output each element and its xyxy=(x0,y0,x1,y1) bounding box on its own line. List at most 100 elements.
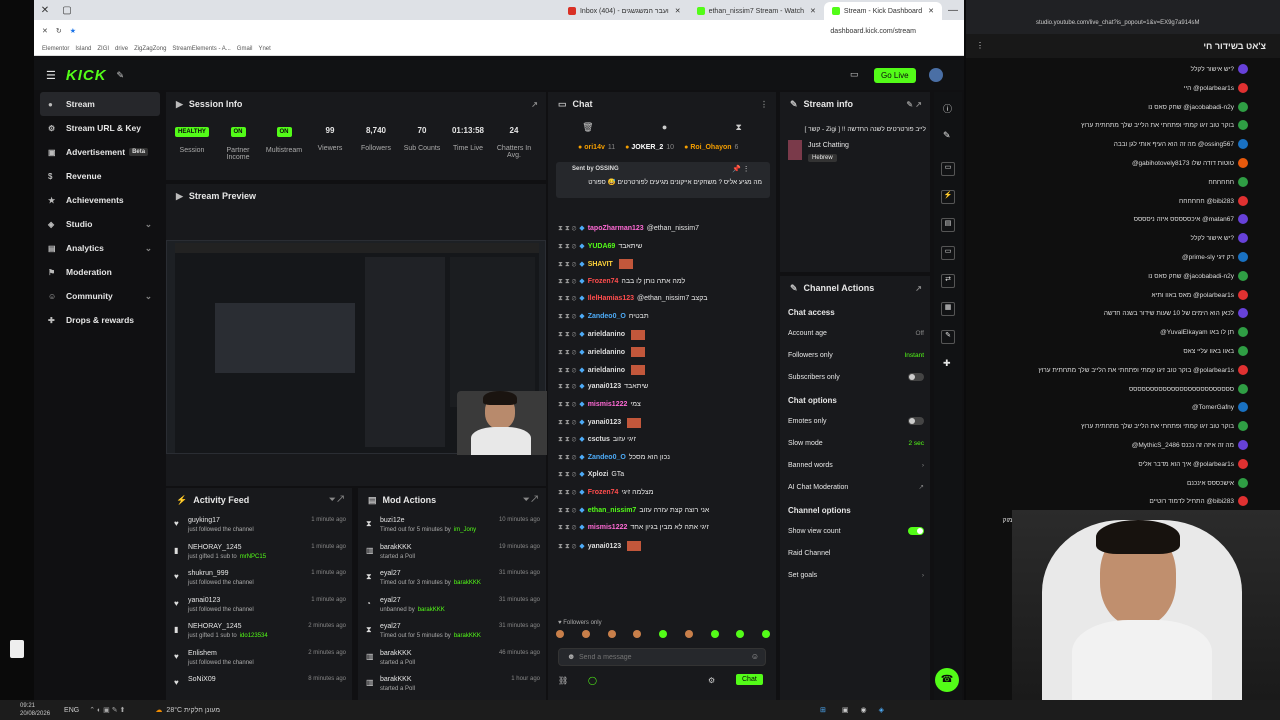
avatar[interactable] xyxy=(1238,289,1248,300)
pin-icon[interactable]: 📌 ⋮ xyxy=(732,165,750,173)
avatar[interactable] xyxy=(1238,458,1248,469)
chat-username[interactable]: yanai0123 xyxy=(588,419,621,426)
avatar[interactable] xyxy=(1238,233,1248,244)
avatar[interactable] xyxy=(1238,327,1248,338)
yt-chat-message[interactable]: מאס באוו ותיא @polarbear1s xyxy=(972,292,1234,299)
mod-action-icons[interactable]: ⧗ ⧗ ⊘ xyxy=(558,225,576,232)
kick-logo[interactable]: KICK xyxy=(66,67,107,84)
setting-set-goals[interactable]: Set goals › xyxy=(788,568,924,582)
pen-icon[interactable]: ✎ xyxy=(943,130,951,141)
widget-icon-4[interactable]: ▭ xyxy=(941,246,955,260)
widget-icon-3[interactable]: ▤ xyxy=(941,218,955,232)
widget-icon-5[interactable]: ⇄ xyxy=(941,274,955,288)
avatar[interactable] xyxy=(1238,477,1248,488)
yt-chat-message[interactable]: לכאן הוא הימים של 10 שעות שידור בשנה חדש… xyxy=(972,310,1234,317)
emote-1[interactable] xyxy=(556,630,564,638)
mod-action-icons[interactable]: ⧗ ⧗ ⊘ xyxy=(558,543,576,550)
emote-8[interactable] xyxy=(736,630,745,638)
mod-action-icons[interactable]: ⧗ ⧗ ⊘ xyxy=(558,401,576,408)
address-bar[interactable]: ✕ ↻ ★ dashboard.kick.com/stream xyxy=(34,20,964,42)
taskbar-app-3[interactable]: ◈ xyxy=(879,706,884,714)
chat-message[interactable]: ⧗ ⧗ ⊘ ◆ arieldanino xyxy=(558,329,768,340)
setting-slow-mode[interactable]: Slow mode 2 sec xyxy=(788,436,924,450)
chat-username[interactable]: csctus xyxy=(588,436,610,443)
yt-chat-message[interactable]: בוקר טוב זיגו קמתי ופתחתי את הלייב שלך מ… xyxy=(972,423,1234,430)
chat-username[interactable]: arieldanino xyxy=(588,367,625,374)
chat-username[interactable]: arieldanino xyxy=(588,331,625,338)
browser-tab[interactable]: ethan_nissim7 Stream - Watch ✕ xyxy=(689,2,824,20)
bookmark-item[interactable]: Gmail xyxy=(237,46,253,52)
setting-followers-only[interactable]: Followers only Instant xyxy=(788,348,924,362)
avatar[interactable] xyxy=(1238,82,1248,93)
chat-input-box[interactable]: ☻ ☺ xyxy=(558,648,766,666)
sidebar-item-drops-rewards[interactable]: ✚ Drops & rewards xyxy=(40,308,160,332)
feed-row[interactable]: ▥ barakKKK started a Poll 1 hour ago xyxy=(358,673,546,699)
avatar[interactable] xyxy=(1238,308,1248,319)
setting-subscribers-only[interactable]: Subscribers only xyxy=(788,370,924,384)
chat-username[interactable]: ethan_nissim7 xyxy=(588,507,637,514)
widget-icon-1[interactable]: ▭ xyxy=(941,162,955,176)
weather-icon[interactable]: ☁ xyxy=(155,706,162,714)
feed-row[interactable]: ♥ SoNiX09 8 minutes ago xyxy=(166,673,352,699)
sidebar-item-studio[interactable]: ◈ Studio ⌄ xyxy=(40,212,160,236)
feed-username[interactable]: shukrun_999 xyxy=(188,570,228,577)
settings-icon[interactable]: ⚙ xyxy=(708,676,715,685)
sidebar-item-community[interactable]: ☺ Community ⌄ xyxy=(40,284,160,308)
hourglass-icon[interactable]: ⧗ xyxy=(736,122,742,136)
yt-chat-message[interactable]: היי @polarbear1s xyxy=(972,85,1234,92)
yt-chat-message[interactable]: @MythicS_2486 מה זה איזה זה נכנס xyxy=(972,442,1234,449)
mod-action-icons[interactable]: ⧗ ⧗ ⊘ xyxy=(558,471,576,478)
feed-username[interactable]: Enlishem xyxy=(188,650,217,657)
popout-icon[interactable]: ↗ xyxy=(531,100,538,109)
feed-username[interactable]: buzi12e xyxy=(380,517,405,524)
back-icon[interactable]: ✕ xyxy=(42,27,48,35)
tab-close-icon[interactable]: ✕ xyxy=(675,7,681,15)
mod-action-icons[interactable]: ⧗ ⧗ ⊘ xyxy=(558,419,576,426)
yt-url[interactable]: studio.youtube.com/live_chat?is_popout=1… xyxy=(1036,20,1199,26)
tab-close-icon[interactable]: ✕ xyxy=(810,7,816,15)
chat-username[interactable]: Zandeo0_O xyxy=(588,454,626,461)
avatar[interactable] xyxy=(1238,64,1248,74)
feed-username[interactable]: eyal27 xyxy=(380,570,401,577)
feed-row[interactable]: ▮ NEHORAY_1245 just gifted 1 sub to mrNPC15… xyxy=(166,541,352,567)
yt-chat-message[interactable]: בוקר טוב זיגו קמתי ופתחתי את הלייב שלך מ… xyxy=(972,122,1234,129)
chat-message[interactable]: ⧗ ⧗ ⊘ ◆ ethan_nissim7 אני רוצה קצת עזרה עזו… xyxy=(558,506,768,515)
sidebar-item-advertisement[interactable]: ▣ Advertisement Beta xyxy=(40,140,160,164)
edit-icon[interactable]: ✎ ↗ xyxy=(906,100,922,109)
chevron-down-icon[interactable]: ⌄ xyxy=(145,243,152,254)
mod-action-icons[interactable]: ⧗ ⧗ ⊘ xyxy=(558,261,576,268)
chat-input[interactable] xyxy=(579,651,739,664)
yt-chat-message[interactable]: @gabihotovely8173 טוטות דודה שלו xyxy=(972,160,1234,167)
emote-2[interactable] xyxy=(581,630,590,638)
feed-target-user[interactable]: barakKKK xyxy=(418,607,445,613)
mod-action-icons[interactable]: ⧗ ⧗ ⊘ xyxy=(558,278,576,285)
info-icon[interactable]: ⓘ xyxy=(943,102,952,115)
avatar[interactable] xyxy=(1238,120,1248,131)
chat-message[interactable]: ⧗ ⧗ ⊘ ◆ Frozen74 למה אתה נותן לו בבה xyxy=(558,277,768,286)
chat-username[interactable]: Xplozi xyxy=(588,471,609,478)
chat-message[interactable]: ⧗ ⧗ ⊘ ◆ arieldanino xyxy=(558,364,768,375)
widget-icon-2[interactable]: ⚡ xyxy=(941,190,955,204)
chevron-down-icon[interactable]: ⌄ xyxy=(145,219,152,230)
yt-menu-icon[interactable]: ⋮ xyxy=(976,41,984,50)
top-chatter[interactable]: ● JOKER_2 10 xyxy=(625,144,674,156)
feed-row[interactable]: ♥ yanai0123 just followed the channel 1 min… xyxy=(166,594,352,620)
setting-show-view-count[interactable]: Show view count xyxy=(788,524,924,538)
chat-username[interactable]: yanai0123 xyxy=(588,383,621,390)
bookmark-item[interactable]: Island xyxy=(75,46,91,52)
tab-close-icon[interactable]: ✕ xyxy=(928,7,934,15)
yt-chat-message[interactable]: ססססססססססססססססססססססססס xyxy=(972,386,1234,393)
toggle-switch[interactable] xyxy=(908,527,924,535)
taskbar-app-2[interactable]: ◉ xyxy=(861,706,867,714)
chat-message[interactable]: ⧗ ⧗ ⊘ ◆ Zandeo0_O תבטיח xyxy=(558,312,768,321)
widget-icon-6[interactable]: ▦ xyxy=(941,302,955,316)
sidebar-item-moderation[interactable]: ⚑ Moderation xyxy=(40,260,160,284)
chat-message[interactable]: ⧗ ⧗ ⊘ ◆ IlelHamias123 @ethan_nissim7 בקצב xyxy=(558,294,768,303)
mod-action-icons[interactable]: ⧗ ⧗ ⊘ xyxy=(558,489,576,496)
bookmark-item[interactable]: ZigZagZong xyxy=(134,46,166,52)
avatar[interactable] xyxy=(1238,252,1248,262)
wrench-icon[interactable]: ✎ xyxy=(117,70,125,81)
category-name[interactable]: Just Chatting xyxy=(808,142,849,149)
yt-chat-message[interactable]: איך הוא מדבר אליס @polarbear1s xyxy=(972,461,1234,468)
avatar[interactable] xyxy=(929,68,943,82)
